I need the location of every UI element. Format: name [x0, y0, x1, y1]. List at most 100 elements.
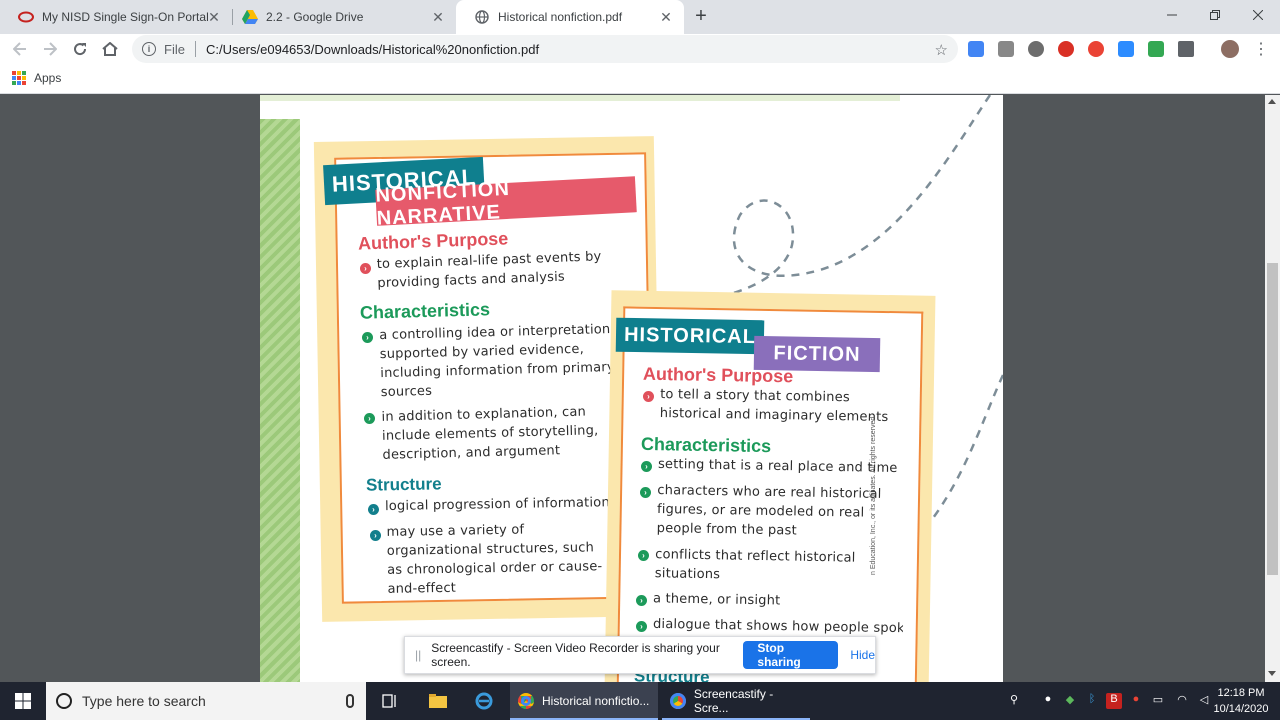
tab-strip: My NISD Single Sign-On Portal ✕ 2.2 - Go…: [0, 0, 1280, 34]
characteristics-text: a controlling idea or interpretation sup…: [379, 322, 615, 401]
close-window-button[interactable]: [1236, 0, 1280, 30]
arrow-bullet-icon: ›: [362, 332, 373, 343]
task-label: Screencastify - Scre...: [693, 687, 774, 715]
extension-icon[interactable]: [1058, 41, 1074, 57]
purpose-heading: Author's Purpose: [642, 363, 794, 387]
close-icon[interactable]: ✕: [430, 9, 446, 25]
close-icon[interactable]: ✕: [206, 9, 222, 25]
google-translate-icon[interactable]: [968, 41, 984, 57]
security-icon[interactable]: ◆: [1062, 693, 1078, 709]
structure-heading: Structure: [365, 474, 442, 495]
chrome-icon: [518, 693, 534, 709]
screencastify-share-bar: || Screencastify - Screen Video Recorder…: [404, 636, 876, 674]
close-icon[interactable]: ✕: [658, 9, 674, 25]
extension-icon[interactable]: [998, 41, 1014, 57]
windows-taskbar: Type here to search Historical nonfictio…: [0, 682, 1280, 720]
apps-shortcut[interactable]: Apps: [12, 71, 61, 85]
copyright-text: n Education, Inc., or its affiliates. Al…: [870, 414, 877, 575]
bookmark-star-icon[interactable]: ☆: [935, 41, 948, 59]
extension-icon[interactable]: [1028, 41, 1044, 57]
divider: [194, 41, 196, 57]
arrow-bullet-icon: ›: [636, 621, 647, 632]
tab-title: Historical nonfiction.pdf: [498, 10, 623, 24]
arrow-bullet-icon: ›: [640, 487, 651, 498]
profile-avatar[interactable]: [1221, 40, 1239, 58]
arrow-bullet-icon: ›: [360, 263, 371, 274]
bluetooth-icon[interactable]: ᛒ: [1084, 693, 1100, 709]
minimize-button[interactable]: [1150, 0, 1194, 30]
microphone-icon[interactable]: [346, 694, 354, 708]
banner-text: HISTORICAL: [623, 323, 757, 348]
battery-icon[interactable]: ▭: [1150, 693, 1166, 709]
characteristics-text: in addition to explanation, can include …: [381, 404, 599, 463]
nisd-icon: [18, 9, 34, 25]
banner-nonfiction-narrative: NONFICTION NARRATIVE: [375, 176, 637, 230]
info-icon[interactable]: i: [142, 42, 156, 56]
clock-time: 12:18 PM: [1217, 687, 1265, 699]
windows-start-button[interactable]: [0, 682, 46, 720]
extension-icon[interactable]: [1178, 41, 1194, 57]
drag-handle-icon[interactable]: ||: [415, 648, 421, 662]
new-tab-button[interactable]: +: [690, 5, 712, 27]
characteristics-text: a theme, or insight: [652, 591, 781, 609]
address-bar[interactable]: i File C:/Users/e094653/Downloads/Histor…: [132, 35, 958, 63]
url-text[interactable]: C:/Users/e094653/Downloads/Historical%20…: [206, 42, 539, 57]
file-explorer-icon[interactable]: [420, 682, 456, 720]
microphone-icon[interactable]: ●: [1040, 693, 1056, 709]
arrow-bullet-icon: ›: [641, 461, 652, 472]
browser-toolbar: i File C:/Users/e094653/Downloads/Histor…: [0, 34, 1280, 64]
screencastify-icon[interactable]: [1088, 41, 1104, 57]
system-clock[interactable]: 12:18 PM 10/14/2020: [1212, 685, 1270, 717]
wifi-icon[interactable]: ◠: [1174, 693, 1190, 709]
arrow-bullet-icon: ›: [643, 391, 654, 402]
clock-date: 10/14/2020: [1213, 703, 1269, 715]
taskbar-search-input[interactable]: Type here to search: [46, 682, 366, 720]
arrow-bullet-icon: ›: [364, 413, 375, 424]
structure-text: may use a variety of organizational stru…: [386, 522, 603, 597]
back-button[interactable]: [9, 38, 31, 60]
scroll-up-arrow-icon[interactable]: [1268, 99, 1276, 104]
stop-sharing-button[interactable]: Stop sharing: [743, 641, 839, 669]
chrome-icon: [670, 693, 686, 709]
hide-button[interactable]: Hide: [850, 648, 875, 662]
forward-button[interactable]: [39, 38, 61, 60]
taskbar-chrome-historical[interactable]: Historical nonfictio...: [510, 682, 658, 720]
tray-app-icon[interactable]: B: [1106, 693, 1122, 709]
arrow-bullet-icon: ›: [636, 595, 647, 606]
task-label: Historical nonfictio...: [542, 694, 650, 708]
characteristics-text: conflicts that reflect historical situat…: [654, 547, 856, 583]
google-drive-icon: [242, 9, 258, 25]
pdf-viewer[interactable]: HISTORICAL NONFICTION NARRATIVE Author's…: [0, 95, 1265, 682]
task-view-icon[interactable]: [372, 682, 408, 720]
banner-text: FICTION: [773, 341, 861, 366]
pdf-page: HISTORICAL NONFICTION NARRATIVE Author's…: [260, 95, 1003, 682]
zoom-icon[interactable]: [1118, 41, 1134, 57]
characteristics-text: characters who are real historical figur…: [656, 482, 882, 539]
share-message: Screencastify - Screen Video Recorder is…: [431, 641, 720, 669]
bookmarks-bar: Apps: [0, 64, 1280, 94]
tray-app-icon[interactable]: ●: [1128, 693, 1144, 709]
vertical-scrollbar[interactable]: [1265, 95, 1280, 682]
tab-historical-nonfiction[interactable]: Historical nonfiction.pdf ✕: [456, 0, 684, 34]
apps-grid-icon: [12, 71, 26, 85]
restore-button[interactable]: [1193, 0, 1237, 30]
internet-explorer-icon[interactable]: [466, 682, 502, 720]
apps-label: Apps: [34, 71, 62, 85]
tab-google-drive[interactable]: 2.2 - Google Drive ✕: [224, 0, 456, 34]
menu-icon[interactable]: ⋮: [1250, 38, 1272, 60]
arrow-bullet-icon: ›: [370, 530, 381, 541]
characteristics-heading: Characteristics: [640, 433, 772, 457]
reload-button[interactable]: [69, 38, 91, 60]
scrollbar-thumb[interactable]: [1267, 263, 1278, 575]
search-icon: [56, 693, 72, 709]
scroll-down-arrow-icon[interactable]: [1268, 671, 1276, 676]
arrow-bullet-icon: ›: [638, 550, 649, 561]
home-button[interactable]: [99, 38, 121, 60]
tab-title: My NISD Single Sign-On Portal: [42, 10, 209, 24]
volume-icon[interactable]: ◁: [1196, 693, 1212, 709]
taskbar-chrome-screencastify[interactable]: Screencastify - Scre...: [662, 682, 810, 720]
people-icon[interactable]: ⚲: [1006, 693, 1022, 709]
arrow-bullet-icon: ›: [368, 504, 379, 515]
extension-icon[interactable]: [1148, 41, 1164, 57]
tab-nisd-portal[interactable]: My NISD Single Sign-On Portal ✕: [0, 0, 232, 34]
